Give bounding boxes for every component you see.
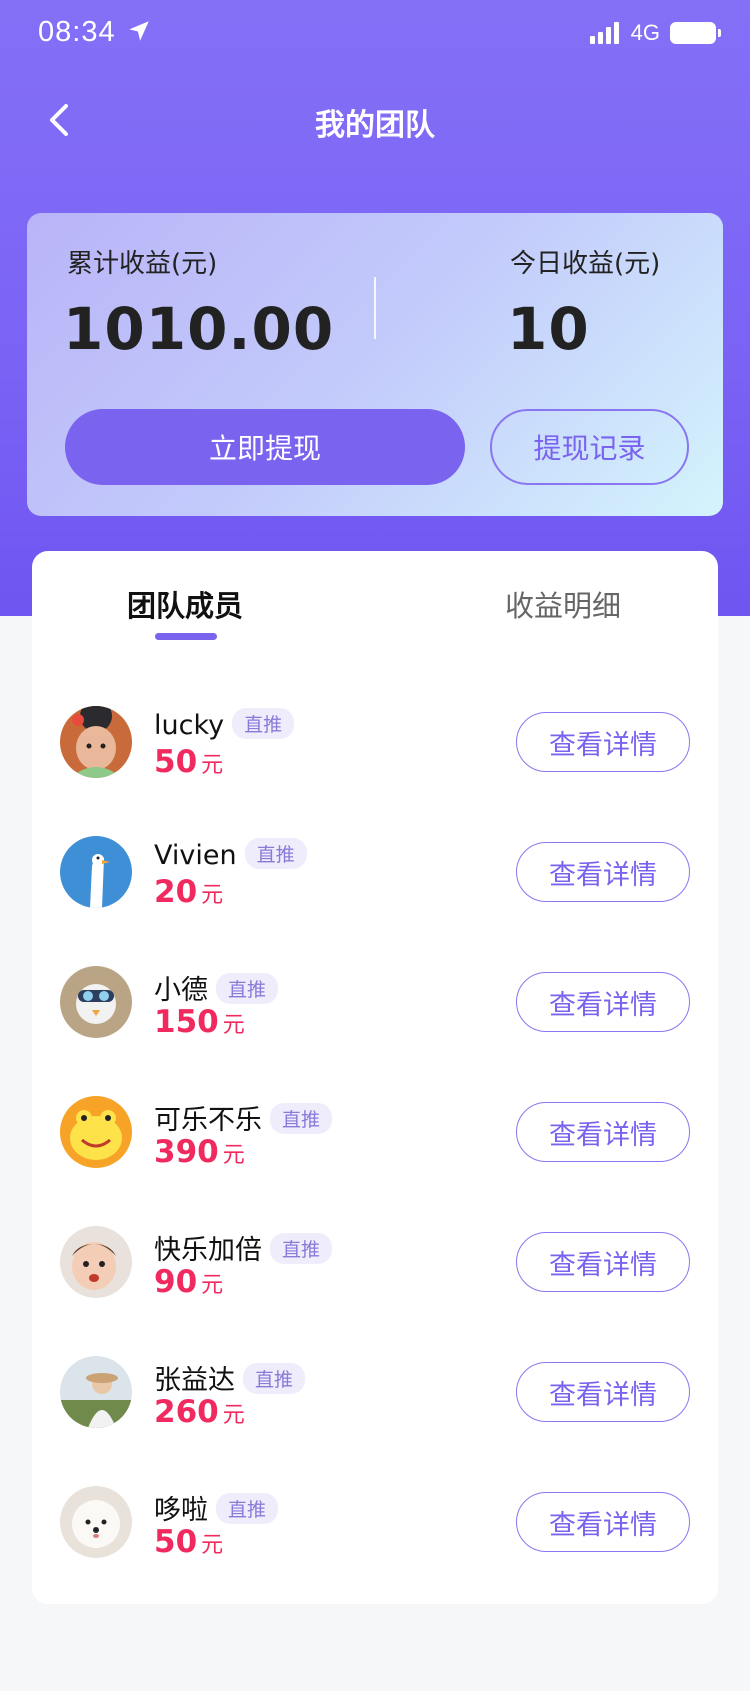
direct-tag: 直推 [243,1363,306,1394]
amount-value: 390 [154,1134,219,1170]
avatar [60,706,132,778]
member-amount: 50 元 [154,1524,223,1560]
member-name: 张益达 直推 [154,1358,306,1397]
member-amount: 260 元 [154,1394,245,1430]
direct-tag: 直推 [216,1493,279,1524]
member-amount: 90 元 [154,1264,223,1300]
total-earnings-value: 1010.00 [63,295,335,363]
member-name-text: 快乐加倍 [154,1235,262,1266]
total-earnings-label: 累计收益(元) [67,249,218,279]
avatar [60,1486,132,1558]
avatar [60,1356,132,1428]
status-time: 08:34 [38,16,116,48]
avatar [60,1096,132,1168]
direct-tag: 直推 [270,1103,333,1134]
direct-tag: 直推 [244,838,307,869]
member-row: 快乐加倍 直推 90 元 查看详情 [32,1226,718,1322]
tab-indicator [155,633,217,640]
member-name-text: lucky [154,710,225,741]
view-detail-button[interactable]: 查看详情 [516,1362,690,1422]
member-name-text: 可乐不乐 [154,1105,262,1136]
amount-unit: 元 [201,883,224,908]
member-name: 可乐不乐 直推 [154,1098,333,1137]
amount-value: 150 [154,1004,219,1040]
signal-icon [589,22,619,44]
nav-bar: 我的团队 [0,80,750,160]
earnings-divider [374,277,376,339]
team-list-card: 团队成员 收益明细 lucky 直推 50 元 查看详情 Vivien 直推 2… [32,551,718,1604]
amount-value: 50 [154,744,198,780]
amount-unit: 元 [201,1273,224,1298]
avatar [60,966,132,1038]
member-amount: 20 元 [154,874,223,910]
view-detail-button[interactable]: 查看详情 [516,712,690,772]
member-row: 哆啦 直推 50 元 查看详情 [32,1486,718,1582]
member-name-text: 张益达 [154,1365,235,1396]
amount-value: 50 [154,1524,198,1560]
member-row: lucky 直推 50 元 查看详情 [32,706,718,802]
member-name: lucky 直推 [154,708,295,741]
amount-unit: 元 [201,1533,224,1558]
member-amount: 150 元 [154,1004,245,1040]
amount-unit: 元 [222,1013,245,1038]
member-amount: 50 元 [154,744,223,780]
view-detail-button[interactable]: 查看详情 [516,972,690,1032]
amount-unit: 元 [222,1403,245,1428]
member-row: 可乐不乐 直推 390 元 查看详情 [32,1096,718,1192]
earnings-card: 累计收益(元) 1010.00 今日收益(元) 10 立即提现 提现记录 [27,213,723,516]
member-row: 张益达 直推 260 元 查看详情 [32,1356,718,1452]
network-label: 4G [630,20,660,45]
page-title: 我的团队 [315,108,435,143]
avatar [60,1226,132,1298]
amount-value: 20 [154,874,198,910]
amount-unit: 元 [201,753,224,778]
member-name: Vivien 直推 [154,838,307,871]
member-name: 小德 直推 [154,968,279,1007]
tab-team-members[interactable]: 团队成员 [127,583,243,625]
today-earnings-label: 今日收益(元) [510,249,661,279]
amount-value: 90 [154,1264,198,1300]
location-arrow-icon [129,21,149,41]
member-name-text: Vivien [154,840,237,871]
member-amount: 390 元 [154,1134,245,1170]
today-earnings-value: 10 [507,295,590,363]
direct-tag: 直推 [232,708,295,739]
amount-unit: 元 [222,1143,245,1168]
member-name-text: 小德 [154,975,208,1006]
withdraw-button[interactable]: 立即提现 [65,409,465,485]
member-row: 小德 直推 150 元 查看详情 [32,966,718,1062]
status-indicators: 4G [589,20,721,46]
amount-value: 260 [154,1394,219,1430]
view-detail-button[interactable]: 查看详情 [516,842,690,902]
status-bar: 08:34 4G [0,0,750,70]
member-row: Vivien 直推 20 元 查看详情 [32,836,718,932]
view-detail-button[interactable]: 查看详情 [516,1232,690,1292]
tab-earnings-detail[interactable]: 收益明细 [505,583,621,625]
member-name: 快乐加倍 直推 [154,1228,333,1267]
view-detail-button[interactable]: 查看详情 [516,1102,690,1162]
withdraw-record-button[interactable]: 提现记录 [490,409,689,485]
view-detail-button[interactable]: 查看详情 [516,1492,690,1552]
direct-tag: 直推 [270,1233,333,1264]
member-name-text: 哆啦 [154,1495,208,1526]
direct-tag: 直推 [216,973,279,1004]
member-name: 哆啦 直推 [154,1488,279,1527]
battery-icon [670,22,721,44]
avatar [60,836,132,908]
